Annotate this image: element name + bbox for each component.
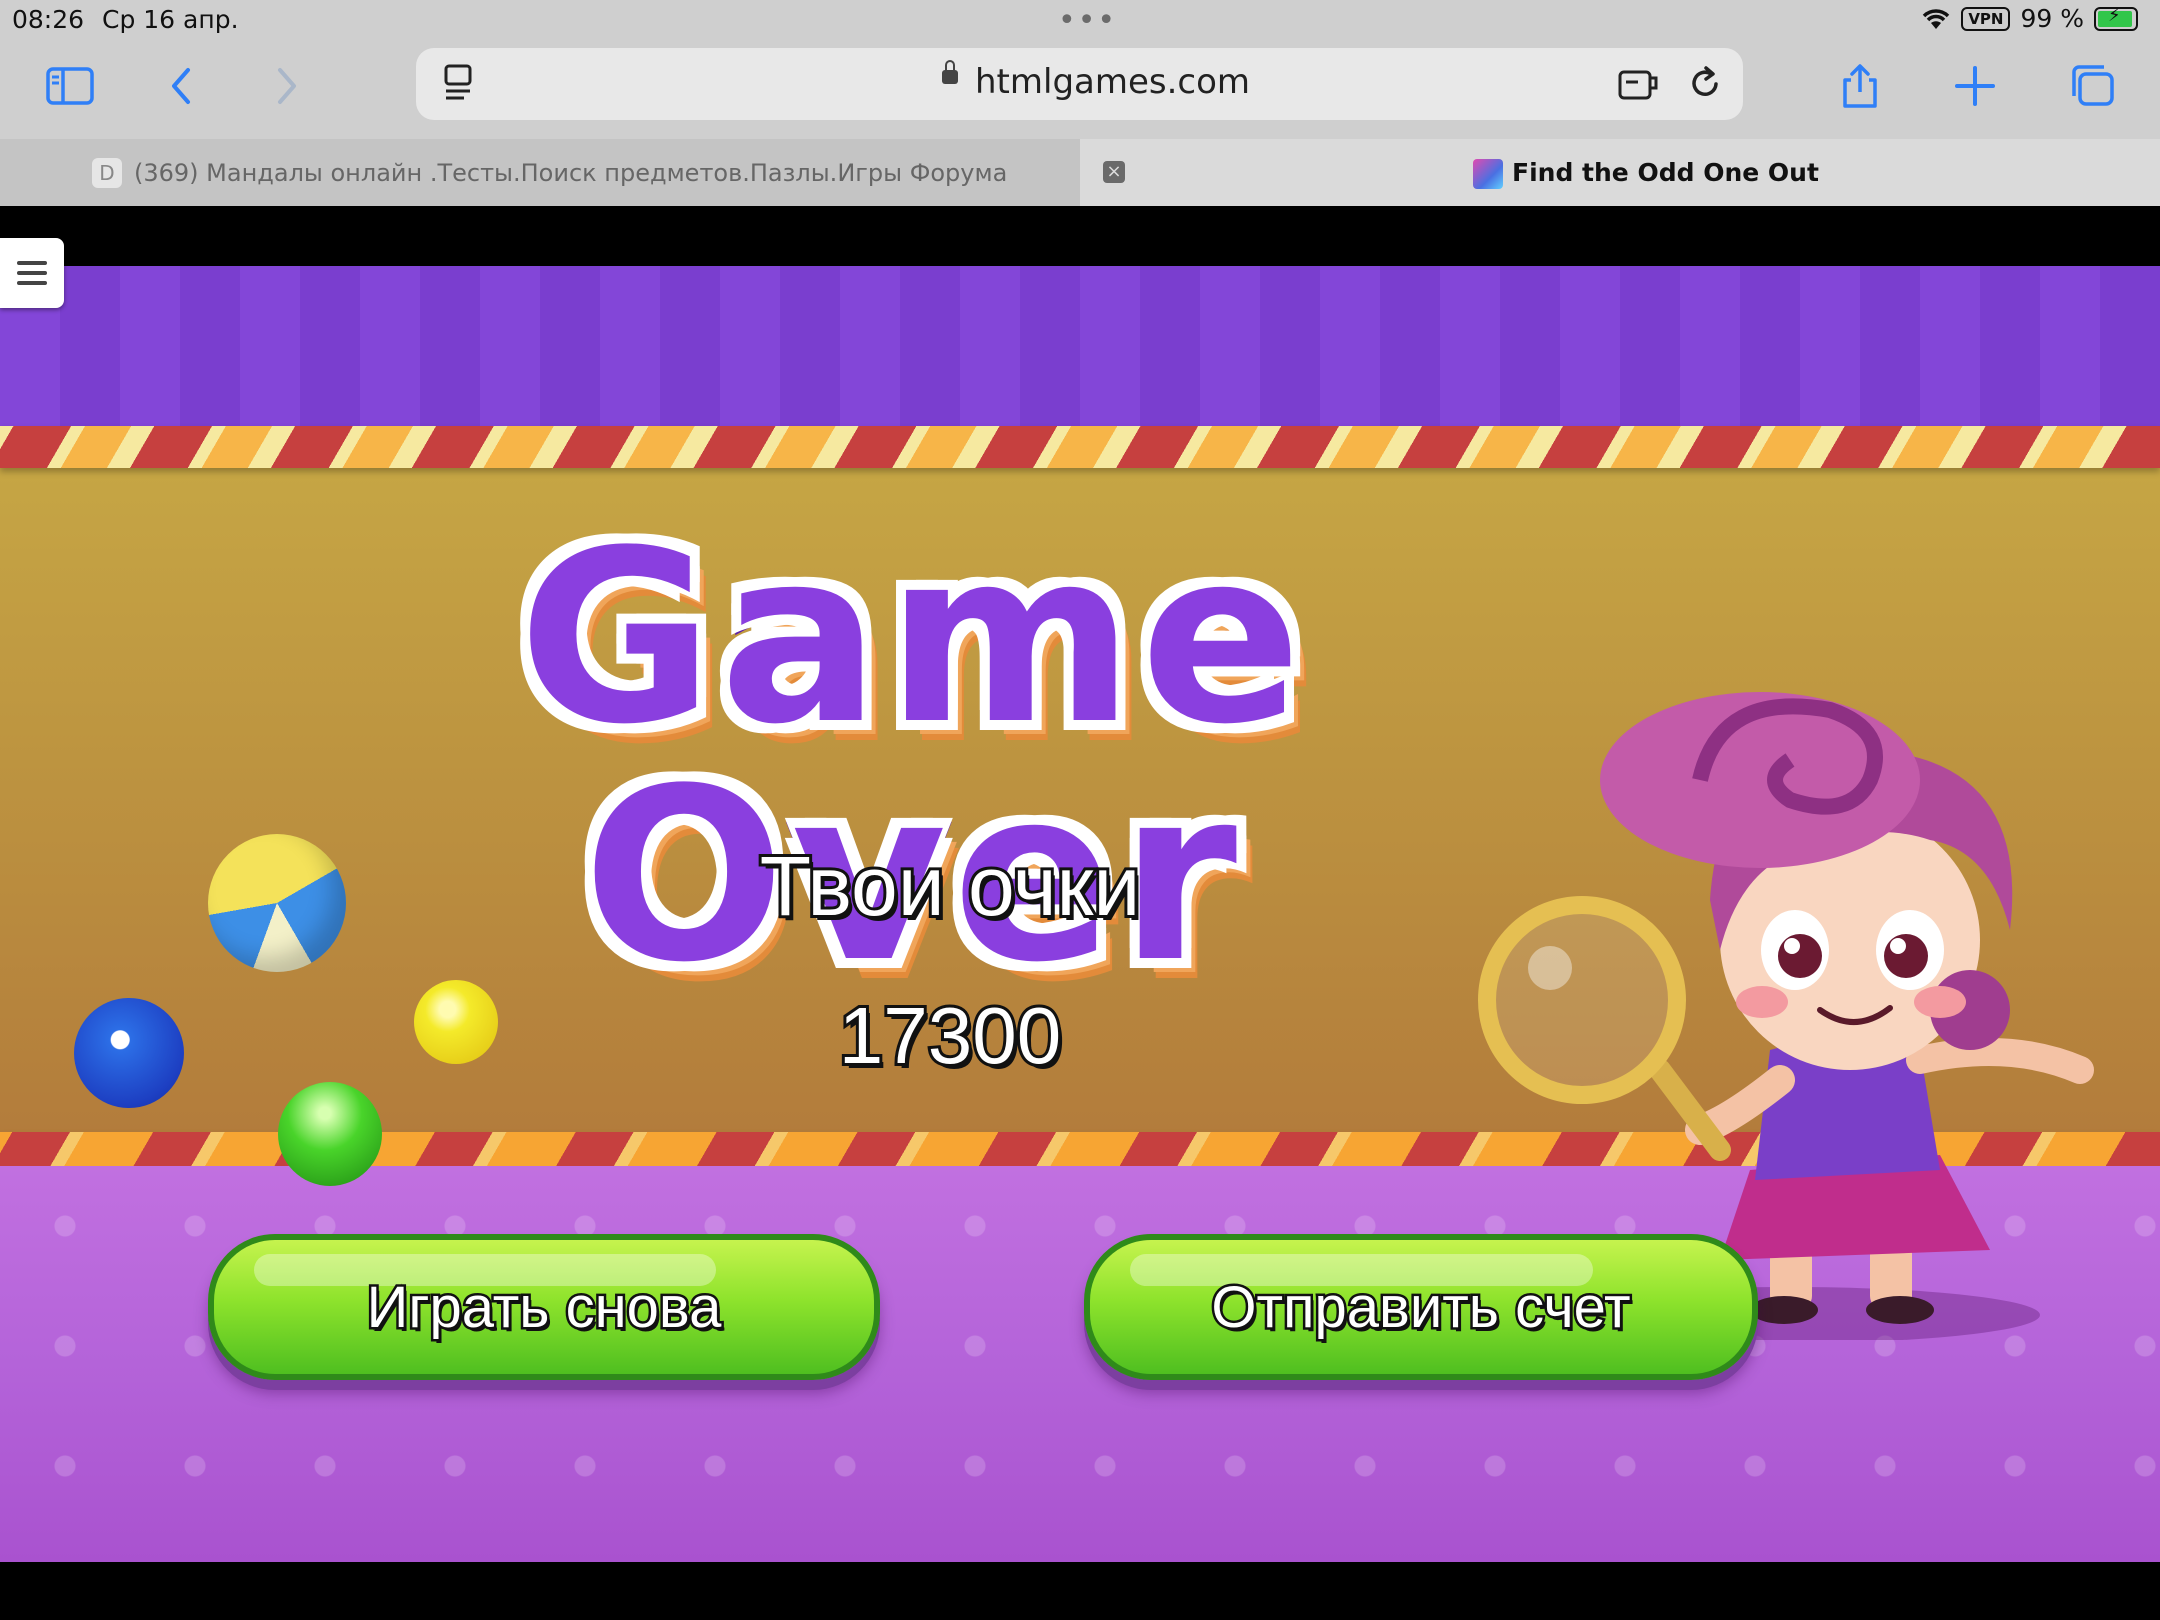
multitasking-dots-icon[interactable]: ••• bbox=[1058, 3, 1117, 38]
close-tab-icon[interactable]: × bbox=[1103, 161, 1125, 183]
vpn-badge: VPN bbox=[1961, 6, 2011, 31]
extensions-icon[interactable] bbox=[1616, 64, 1660, 108]
game-favicon-icon bbox=[1473, 159, 1503, 189]
play-again-button[interactable]: Играть снова bbox=[208, 1234, 880, 1380]
status-date: Ср 16 апр. bbox=[102, 5, 239, 34]
tab-title: (369) Мандалы онлайн .Тесты.Поиск предме… bbox=[134, 158, 1008, 187]
url-text[interactable]: htmlgames.com bbox=[975, 62, 1250, 102]
candy-stripe-top bbox=[0, 426, 2160, 468]
tab-favicon: D bbox=[92, 157, 122, 188]
battery-charging-icon: ⚡ bbox=[2094, 5, 2138, 31]
tab-mandala-forum[interactable]: D (369) Мандалы онлайн .Тесты.Поиск пред… bbox=[0, 139, 1080, 206]
back-icon[interactable] bbox=[154, 58, 210, 114]
blue-ball-icon bbox=[74, 998, 184, 1108]
share-icon[interactable] bbox=[1832, 58, 1888, 114]
browser-chrome: 08:26 Ср 16 апр. ••• VPN 99 % ⚡ htmlgame… bbox=[0, 0, 2160, 206]
new-tab-icon[interactable] bbox=[1947, 58, 2003, 114]
reload-icon[interactable] bbox=[1686, 64, 1726, 108]
tabs-overview-icon[interactable] bbox=[2064, 58, 2120, 114]
forward-icon[interactable] bbox=[258, 58, 314, 114]
status-time: 08:26 bbox=[12, 5, 85, 34]
hamburger-menu-icon[interactable] bbox=[0, 238, 64, 308]
score-value: 17300 bbox=[836, 988, 1064, 1083]
tab-strip: D (369) Мандалы онлайн .Тесты.Поиск пред… bbox=[0, 139, 2160, 206]
lock-icon bbox=[942, 60, 958, 84]
wifi-icon bbox=[1923, 8, 1950, 29]
sidebar-toggle-icon[interactable] bbox=[42, 58, 98, 114]
green-ball-icon bbox=[278, 1082, 382, 1186]
play-again-label: Играть снова bbox=[364, 1272, 724, 1342]
status-bar: 08:26 Ср 16 апр. ••• VPN 99 % ⚡ bbox=[0, 0, 2160, 42]
address-bar[interactable]: htmlgames.com bbox=[416, 48, 1743, 120]
battery-percent: 99 % bbox=[2020, 4, 2084, 33]
tab-find-odd-one-out[interactable]: × Find the Odd One Out bbox=[1080, 139, 2160, 206]
score-label: Твои очки bbox=[757, 836, 1144, 936]
status-right: VPN 99 % ⚡ bbox=[1921, 4, 2138, 33]
tab-title-active: Find the Odd One Out bbox=[1512, 158, 1819, 187]
page-menu-icon[interactable] bbox=[438, 62, 478, 110]
submit-score-label: Отправить счет bbox=[1209, 1272, 1633, 1342]
submit-score-button[interactable]: Отправить счет bbox=[1084, 1234, 1758, 1380]
